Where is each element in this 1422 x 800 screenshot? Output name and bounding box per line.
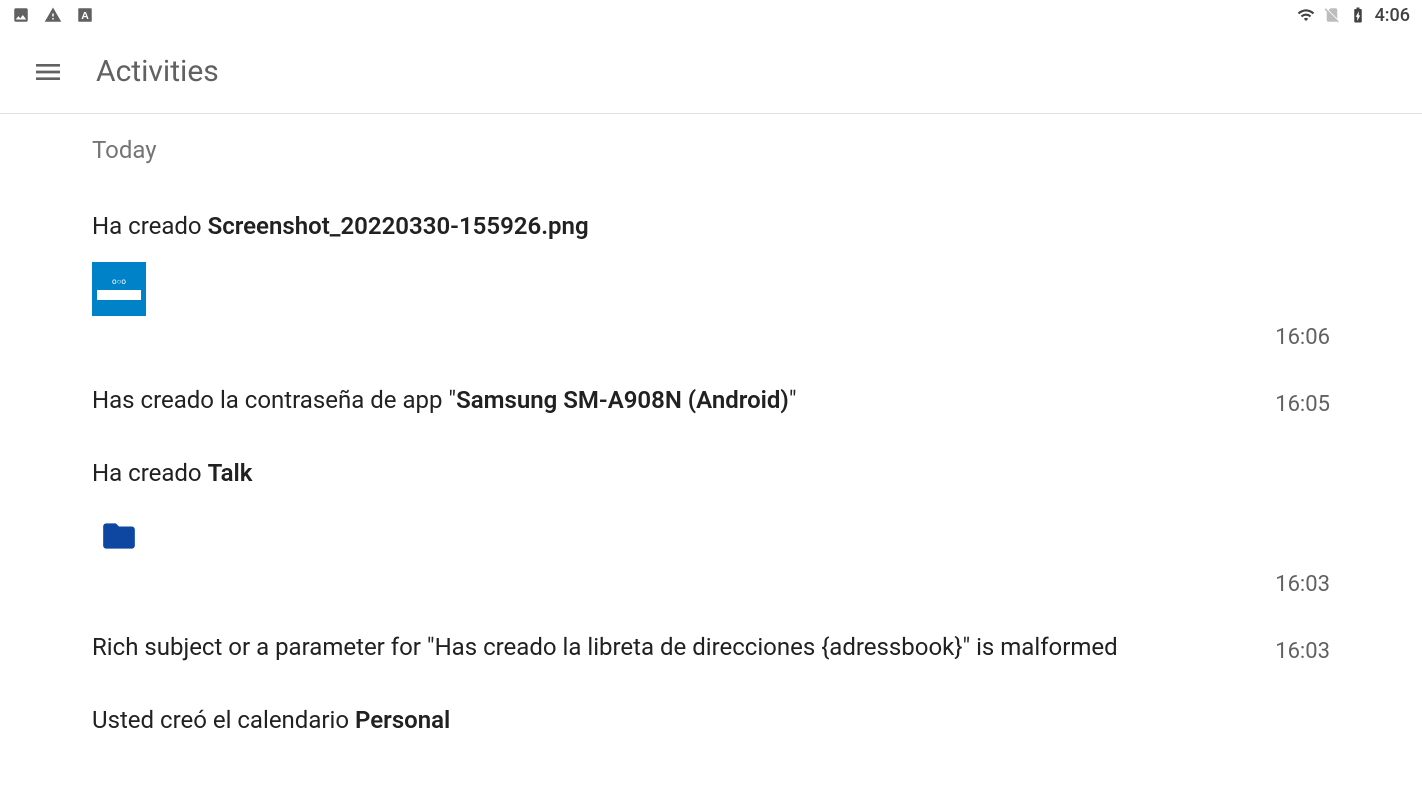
activity-text: Usted creó el calendario Personal: [92, 704, 1330, 738]
activity-item[interactable]: Ha creado Screenshot_20220330-155926.png…: [92, 182, 1330, 356]
svg-text:A: A: [81, 10, 89, 22]
menu-button[interactable]: [24, 48, 72, 96]
activity-item[interactable]: Has creado la contraseña de app "Samsung…: [92, 356, 1330, 430]
hamburger-icon: [32, 56, 64, 88]
activity-time: 16:03: [1275, 572, 1330, 597]
activity-item[interactable]: Ha creado Talk 16:03: [92, 429, 1330, 603]
section-header: Today: [92, 114, 1330, 182]
activity-time: 16:03: [1275, 639, 1330, 664]
status-bar: A 4:06: [0, 0, 1422, 30]
activity-list[interactable]: Today Ha creado Screenshot_20220330-1559…: [0, 114, 1422, 800]
status-time: 4:06: [1375, 5, 1410, 26]
activity-text: Ha creado Screenshot_20220330-155926.png: [92, 210, 1330, 244]
activity-text: Ha creado Talk: [92, 457, 1330, 491]
activity-time: 16:06: [1275, 325, 1330, 350]
wifi-icon: [1297, 6, 1315, 24]
no-sim-icon: [1323, 6, 1341, 24]
activity-thumbnail[interactable]: o○o: [92, 262, 146, 316]
page-title: Activities: [96, 54, 219, 89]
activity-time: 16:05: [1275, 392, 1330, 417]
app-bar: Activities: [0, 30, 1422, 114]
warning-notification-icon: [44, 6, 62, 24]
activity-item[interactable]: Rich subject or a parameter for "Has cre…: [92, 603, 1330, 677]
battery-charging-icon: [1349, 6, 1367, 24]
image-notification-icon: [12, 6, 30, 24]
folder-icon: [96, 517, 142, 555]
screenshot-thumbnail-icon: o○o: [92, 262, 146, 316]
font-notification-icon: A: [76, 6, 94, 24]
activity-text: Rich subject or a parameter for "Has cre…: [92, 631, 1330, 665]
activity-item[interactable]: Usted creó el calendario Personal: [92, 676, 1330, 750]
activity-thumbnail[interactable]: [92, 509, 146, 563]
activity-text: Has creado la contraseña de app "Samsung…: [92, 384, 1330, 418]
